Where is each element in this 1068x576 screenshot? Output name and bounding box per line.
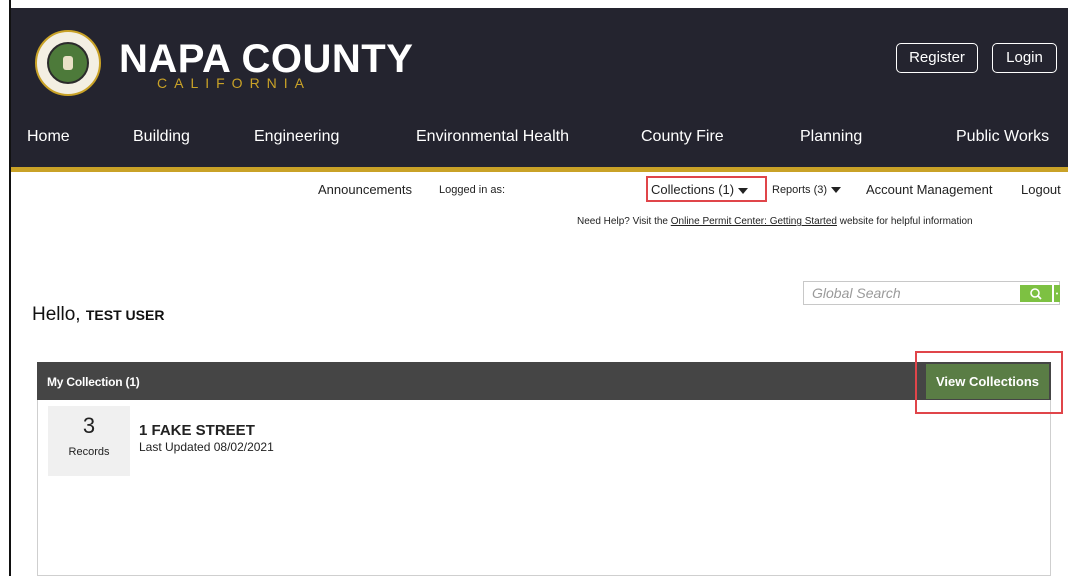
record-count-label: Records — [68, 446, 110, 458]
nav-county-fire[interactable]: County Fire — [641, 129, 724, 145]
view-collections-highlight — [915, 351, 1063, 414]
announcements-link[interactable]: Announcements — [318, 182, 412, 198]
nav-building[interactable]: Building — [133, 129, 190, 145]
account-management-link[interactable]: Account Management — [866, 182, 992, 198]
collection-name[interactable]: 1 FAKE STREET — [139, 423, 255, 438]
getting-started-link[interactable]: Online Permit Center: Getting Started — [671, 216, 837, 227]
logged-in-label: Logged in as: — [439, 184, 506, 196]
nav-environmental-health[interactable]: Environmental Health — [416, 129, 569, 145]
brand-title[interactable]: NAPA COUNTY — [119, 39, 413, 79]
help-text: Need Help? Visit the Online Permit Cente… — [577, 216, 973, 227]
help-suffix: website for helpful information — [839, 216, 973, 227]
record-count: 3 — [82, 413, 96, 438]
global-search-input[interactable] — [804, 282, 1018, 304]
collections-highlight — [646, 176, 767, 202]
greeting-hello: Hello, — [32, 304, 81, 325]
chevron-down-icon — [831, 187, 842, 194]
greeting: Hello, TEST USER — [32, 304, 164, 326]
reports-label: Reports (3) — [772, 184, 828, 196]
seal-book-icon — [63, 56, 73, 70]
seal-emblem — [47, 42, 89, 84]
header-gold-rule — [11, 167, 1068, 172]
collection-panel-header — [37, 362, 1051, 400]
dropdown-dot-icon — [1056, 292, 1058, 295]
help-prefix: Need Help? Visit the — [577, 216, 668, 227]
county-seal-logo[interactable] — [35, 30, 101, 96]
nav-planning[interactable]: Planning — [800, 129, 862, 145]
frame-top — [9, 0, 1068, 8]
search-button[interactable] — [1020, 285, 1052, 302]
reports-menu[interactable]: Reports (3) — [772, 182, 842, 198]
brand-subtitle: CALIFORNIA — [157, 75, 312, 91]
logout-link[interactable]: Logout — [1021, 182, 1061, 198]
greeting-user: TEST USER — [85, 307, 165, 323]
search-options-button[interactable] — [1054, 285, 1060, 302]
nav-engineering[interactable]: Engineering — [254, 129, 339, 145]
login-button[interactable]: Login — [992, 43, 1057, 73]
nav-public-works[interactable]: Public Works — [956, 129, 1049, 145]
nav-home[interactable]: Home — [27, 129, 70, 145]
collection-updated: Last Updated 08/02/2021 — [139, 440, 274, 454]
search-icon — [1030, 288, 1042, 300]
collection-panel-title: My Collection (1) — [47, 375, 140, 389]
register-button[interactable]: Register — [896, 43, 978, 73]
